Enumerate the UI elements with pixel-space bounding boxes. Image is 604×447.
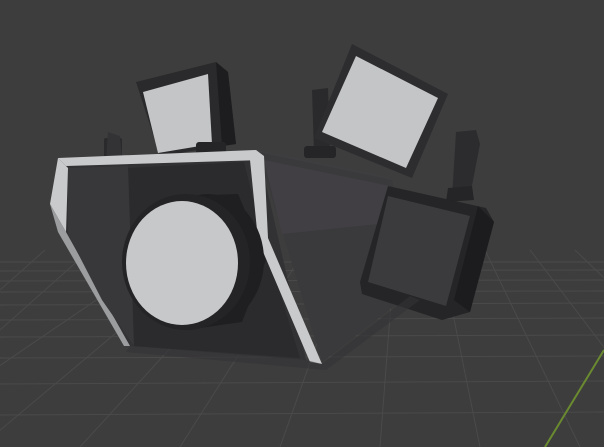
- 3d-viewport[interactable]: [0, 0, 604, 447]
- lens-face: [126, 201, 238, 325]
- front-lens[interactable]: [122, 194, 266, 330]
- top-monitor-mount: [304, 146, 336, 158]
